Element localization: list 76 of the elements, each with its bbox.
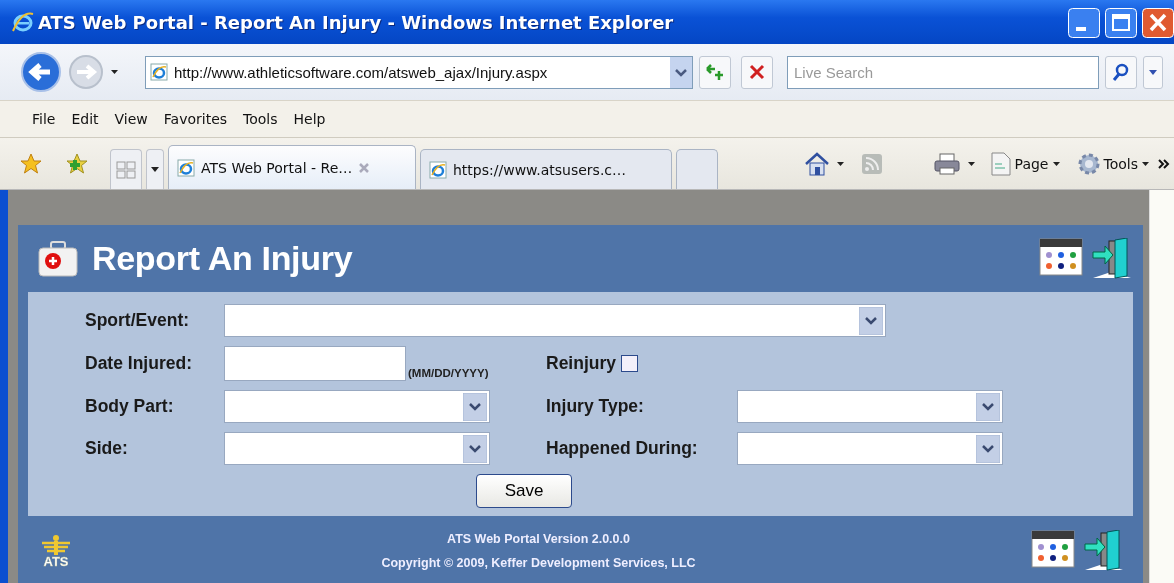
- date-format-hint: (MM/DD/YYYY): [408, 367, 489, 381]
- date-field[interactable]: [224, 346, 406, 381]
- chevron-down-icon: [463, 434, 487, 463]
- field-label: Injury Type:: [546, 396, 645, 417]
- save-button[interactable]: Save: [476, 474, 572, 508]
- page-title: Report An Injury: [92, 239, 354, 278]
- refresh-icon: [705, 63, 725, 81]
- select-field[interactable]: [224, 304, 886, 337]
- caret-icon[interactable]: [110, 69, 119, 75]
- chevron-down-icon: [976, 434, 1000, 463]
- chevron-down-icon: [463, 392, 487, 421]
- menu-item[interactable]: Tools: [235, 107, 286, 131]
- home-icon[interactable]: [803, 151, 830, 176]
- chevron-down-icon: [859, 306, 883, 335]
- caret-icon[interactable]: [835, 160, 845, 167]
- page-icon: [989, 151, 1012, 176]
- search-button[interactable]: [1105, 55, 1137, 89]
- page-icon: [150, 63, 168, 81]
- star-icon[interactable]: [20, 153, 42, 174]
- ats-logo: ATS: [36, 534, 76, 568]
- search-options-button[interactable]: [1143, 55, 1163, 89]
- select-field[interactable]: [737, 432, 1003, 465]
- browser-tab[interactable]: ATS Web Portal - Re…: [168, 145, 416, 189]
- tab-list-button[interactable]: [146, 149, 164, 189]
- page-icon: [177, 158, 195, 177]
- window-title: ATS Web Portal - Report An Injury - Windows Internet Explorer: [38, 11, 675, 33]
- maximize-button[interactable]: [1105, 8, 1137, 38]
- winged-figure-icon: [41, 534, 71, 555]
- field-label: Body Part:: [85, 396, 175, 417]
- internet-explorer-icon: [12, 11, 34, 33]
- caret-icon: [1051, 160, 1061, 167]
- select-field[interactable]: [737, 390, 1003, 423]
- grid-icon: [116, 160, 136, 179]
- field-label: Side:: [85, 438, 129, 459]
- first-aid-kit-icon: [38, 240, 78, 277]
- gear-icon: [1076, 151, 1101, 176]
- field-label: Date Injured:: [85, 353, 193, 374]
- search-field[interactable]: Live Search: [787, 55, 1099, 89]
- checkbox[interactable]: [621, 355, 639, 372]
- star-plus-icon[interactable]: [66, 153, 90, 174]
- menu-item[interactable]: View: [106, 107, 156, 131]
- field-label: Reinjury: [546, 353, 617, 374]
- menu-item[interactable]: Edit: [63, 107, 107, 131]
- copyright-text: Copyright © 2009, Keffer Development Services, LLC: [381, 556, 696, 570]
- field-label: Sport/Event:: [85, 310, 191, 331]
- close-icon[interactable]: [358, 161, 371, 174]
- browser-tab[interactable]: https://www.atsusers.c…: [420, 149, 672, 189]
- printer-icon[interactable]: [932, 151, 961, 176]
- close-icon: [749, 64, 765, 80]
- select-field[interactable]: [224, 432, 490, 465]
- calendar-icon[interactable]: [1039, 237, 1083, 276]
- stop-button[interactable]: [741, 55, 773, 89]
- caret-icon: [151, 167, 159, 172]
- caret-icon: [1149, 69, 1157, 75]
- calendar-icon[interactable]: [1031, 530, 1075, 568]
- back-button[interactable]: [20, 51, 62, 93]
- chevron-icon[interactable]: [1158, 157, 1170, 170]
- caret-icon: [1141, 160, 1150, 167]
- scrollbar[interactable]: [1149, 190, 1174, 583]
- field-label: Happened During:: [546, 438, 699, 459]
- page-icon: [429, 160, 447, 179]
- caret-icon[interactable]: [966, 160, 976, 167]
- select-field[interactable]: [224, 390, 490, 423]
- menu-item[interactable]: Favorites: [155, 107, 236, 131]
- minimize-button[interactable]: [1068, 8, 1100, 38]
- search-icon: [1112, 63, 1130, 81]
- chevron-down-icon[interactable]: [670, 56, 692, 88]
- menu-item[interactable]: File: [24, 107, 64, 131]
- close-button[interactable]: [1142, 8, 1174, 38]
- address-field[interactable]: http://www.athleticsoftware.com/atsweb_ajax/Injury.aspx: [145, 55, 693, 89]
- refresh-button[interactable]: [699, 55, 731, 89]
- version-text: ATS Web Portal Version 2.0.0.0: [447, 532, 630, 546]
- menu-item[interactable]: Help: [285, 107, 334, 131]
- command-button[interactable]: Tools: [1074, 149, 1152, 178]
- chevron-down-icon: [976, 392, 1000, 421]
- command-button[interactable]: Page: [987, 149, 1063, 178]
